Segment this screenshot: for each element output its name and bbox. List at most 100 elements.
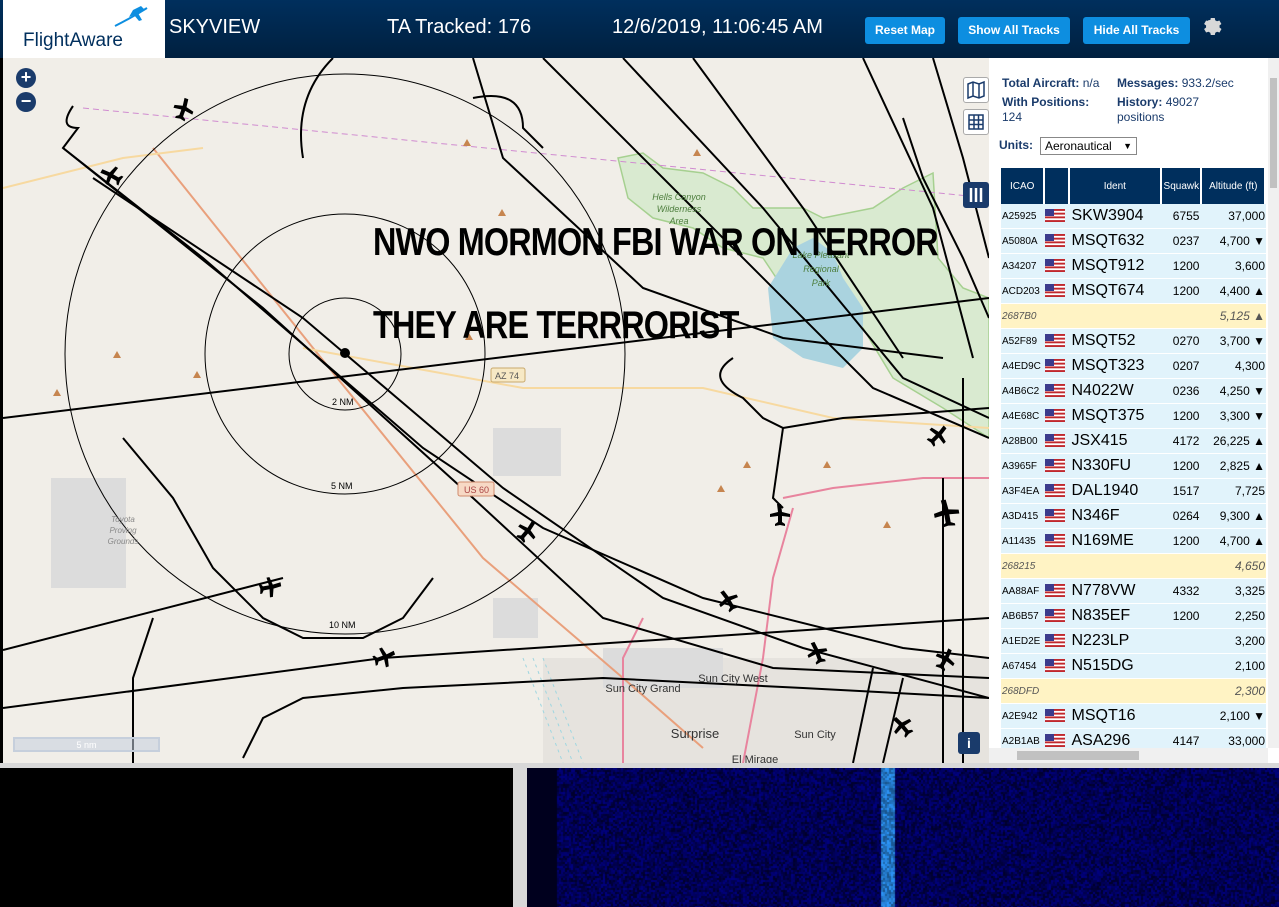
us-flag-icon: [1045, 534, 1066, 548]
cell-ident: MSQT323: [1069, 354, 1163, 379]
table-row[interactable]: ACD203 MSQT674 1200 4,400 ▲: [1001, 279, 1266, 304]
table-row[interactable]: A25925 SKW3904 6755 37,000: [1001, 204, 1266, 229]
table-row[interactable]: A2E942 MSQT16 2,100 ▼: [1001, 704, 1266, 729]
col-icao[interactable]: ICAO: [1001, 168, 1046, 204]
place-label-regional: Regional: [803, 264, 840, 274]
us-flag-icon: [1045, 409, 1066, 423]
cell-squawk: 4332: [1162, 579, 1203, 604]
cell-icao: A1ED2E: [1001, 629, 1046, 654]
cell-flag: [1045, 254, 1070, 279]
history-value: 49027: [1165, 95, 1200, 109]
table-row[interactable]: 2687B0 5,125 ▲: [1001, 304, 1266, 329]
cell-icao: A4E68C: [1001, 404, 1046, 429]
cell-flag: [1045, 504, 1070, 529]
place-label-toyota: Toyota: [111, 515, 135, 524]
table-row[interactable]: 268DFD 2,300: [1001, 679, 1266, 704]
col-squawk[interactable]: Squawk: [1162, 168, 1203, 204]
cell-ident: N515DG: [1069, 654, 1163, 679]
zoom-out-button[interactable]: −: [16, 92, 36, 112]
col-ident[interactable]: Ident: [1069, 168, 1163, 204]
cell-ident: N346F: [1069, 504, 1163, 529]
table-row[interactable]: A1ED2E N223LP 3,200: [1001, 629, 1266, 654]
table-row[interactable]: AB6B57 N835EF 1200 2,250: [1001, 604, 1266, 629]
cell-squawk: 1200: [1162, 454, 1203, 479]
cell-ident: [1069, 679, 1163, 704]
table-row[interactable]: A52F89 MSQT52 0270 3,700 ▼: [1001, 329, 1266, 354]
table-row[interactable]: A5080A MSQT632 0237 4,700 ▼: [1001, 229, 1266, 254]
positions-label: With Positions:: [1002, 95, 1090, 109]
place-label-surprise: Surprise: [671, 726, 719, 741]
cell-icao: A3F4EA: [1001, 479, 1046, 504]
panel-vertical-scrollbar[interactable]: [1268, 58, 1279, 748]
table-row[interactable]: A3F4EA DAL1940 1517 7,725: [1001, 479, 1266, 504]
grid-toggle-button[interactable]: [963, 109, 989, 135]
table-row[interactable]: A3D415 N346F 0264 9,300 ▲: [1001, 504, 1266, 529]
table-row[interactable]: 268215 4,650: [1001, 554, 1266, 579]
place-label-grounds: Grounds: [108, 537, 139, 546]
cell-icao: A67454: [1001, 654, 1046, 679]
table-row[interactable]: A3965F N330FU 1200 2,825 ▲: [1001, 454, 1266, 479]
map-view[interactable]: 2 NM 5 NM 10 NM AZ 74 US 60 Hells Canyon…: [3, 58, 989, 763]
us-flag-icon: [1045, 659, 1066, 673]
cell-flag: [1045, 379, 1070, 404]
place-label-sun-city-grand: Sun City Grand: [605, 683, 680, 695]
total-aircraft-label: Total Aircraft:: [1002, 76, 1080, 90]
cell-altitude: 7,725: [1202, 479, 1266, 504]
hide-all-tracks-button[interactable]: Hide All Tracks: [1083, 17, 1190, 44]
columns-icon: [969, 188, 983, 202]
cell-squawk: 1200: [1162, 279, 1203, 304]
cell-ident: [1069, 554, 1163, 579]
cell-squawk: [1162, 629, 1203, 654]
messages-stat: Messages: 933.2/sec: [1117, 76, 1234, 91]
table-row[interactable]: A4B6C2 N4022W 0236 4,250 ▼: [1001, 379, 1266, 404]
cell-icao: A28B00: [1001, 429, 1046, 454]
table-row[interactable]: A34207 MSQT912 1200 3,600: [1001, 254, 1266, 279]
cell-squawk: 1200: [1162, 254, 1203, 279]
cell-altitude: 2,100: [1202, 654, 1266, 679]
bottom-left-panel: [0, 768, 513, 907]
columns-toggle-button[interactable]: [963, 182, 989, 208]
panel-horizontal-scrollbar[interactable]: [989, 748, 1268, 763]
scroll-thumb[interactable]: [1270, 78, 1277, 188]
messages-value: 933.2/sec: [1181, 76, 1234, 90]
history-stat: History: 49027 positions: [1117, 95, 1267, 125]
info-button[interactable]: i: [958, 732, 980, 754]
table-row[interactable]: A67454 N515DG 2,100: [1001, 654, 1266, 679]
history-label: History:: [1117, 95, 1163, 109]
gear-icon[interactable]: [1200, 15, 1224, 39]
flightaware-logo[interactable]: FlightAware: [3, 0, 165, 58]
logo-text: FlightAware: [23, 30, 123, 51]
cell-icao: A52F89: [1001, 329, 1046, 354]
cell-flag: [1045, 329, 1070, 354]
zoom-in-button[interactable]: +: [16, 68, 36, 88]
us-flag-icon: [1045, 484, 1066, 498]
col-flag[interactable]: [1045, 168, 1070, 204]
us-flag-icon: [1045, 209, 1066, 223]
table-row[interactable]: A4E68C MSQT375 1200 3,300 ▼: [1001, 404, 1266, 429]
cell-squawk: 1200: [1162, 404, 1203, 429]
table-row[interactable]: AA88AF N778VW 4332 3,325: [1001, 579, 1266, 604]
col-altitude[interactable]: Altitude (ft): [1202, 168, 1266, 204]
map-canvas[interactable]: 2 NM 5 NM 10 NM AZ 74 US 60 Hells Canyon…: [3, 58, 989, 763]
cell-squawk: 0207: [1162, 354, 1203, 379]
cell-ident: N835EF: [1069, 604, 1163, 629]
units-select[interactable]: Aeronautical ▼: [1040, 137, 1137, 155]
reset-map-button[interactable]: Reset Map: [865, 17, 945, 44]
table-row[interactable]: A4ED9C MSQT323 0207 4,300: [1001, 354, 1266, 379]
cell-flag: [1045, 679, 1070, 704]
table-row[interactable]: A28B00 JSX415 4172 26,225 ▲: [1001, 429, 1266, 454]
cell-ident: MSQT16: [1069, 704, 1163, 729]
cell-altitude: 3,200: [1202, 629, 1266, 654]
tracked-count: TA Tracked: 176: [387, 16, 532, 38]
map-layers-button[interactable]: [963, 77, 989, 103]
us-flag-icon: [1045, 284, 1066, 298]
us-flag-icon: [1045, 709, 1066, 723]
cell-flag: [1045, 529, 1070, 554]
show-all-tracks-button[interactable]: Show All Tracks: [958, 17, 1070, 44]
scroll-thumb-horizontal[interactable]: [1017, 751, 1139, 760]
us-flag-icon: [1045, 384, 1066, 398]
aircraft-table: ICAO Ident Squawk Altitude (ft) A25925 SK…: [1001, 168, 1266, 754]
cell-ident: [1069, 304, 1163, 329]
table-row[interactable]: A11435 N169ME 1200 4,700 ▲: [1001, 529, 1266, 554]
aircraft-table-body: A25925 SKW3904 6755 37,000 A5080A MSQT632 0237…: [1001, 204, 1266, 754]
